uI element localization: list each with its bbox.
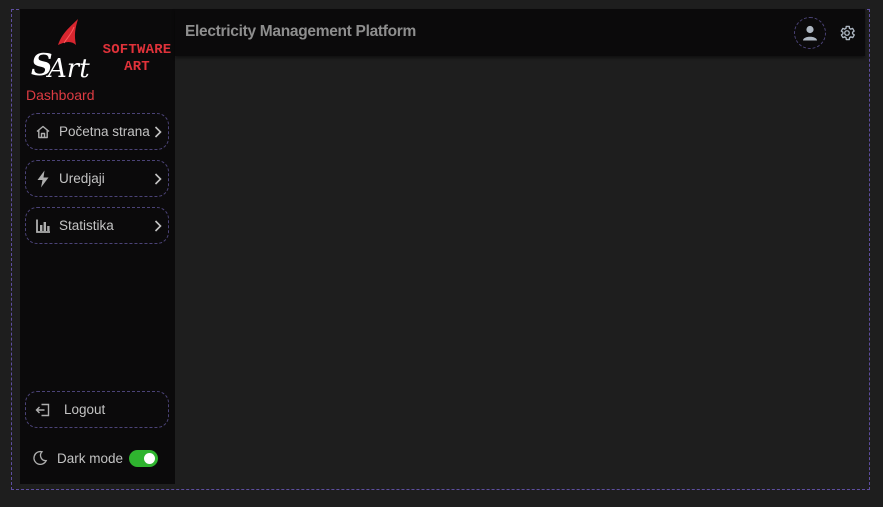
chevron-right-icon xyxy=(154,172,164,186)
logo-line-2: ART xyxy=(124,59,150,75)
dark-mode-label: Dark mode xyxy=(57,450,124,466)
dark-mode-toggle[interactable] xyxy=(129,449,159,467)
sidebar: S Art SOFTWARE ART Dashboard Početna str… xyxy=(20,9,175,484)
logout-button[interactable]: Logout xyxy=(25,391,169,428)
sidebar-item-label: Uredjaji xyxy=(59,171,105,186)
toggle-knob xyxy=(144,452,156,464)
brand-logo[interactable]: S Art SOFTWARE ART xyxy=(28,15,178,83)
main-content xyxy=(175,56,865,484)
bar-chart-icon xyxy=(34,217,52,235)
sidebar-item-label: Početna strana xyxy=(59,124,150,139)
logout-label: Logout xyxy=(64,402,106,417)
logo-mark: S Art xyxy=(31,19,90,83)
settings-button[interactable] xyxy=(837,23,857,43)
bolt-icon xyxy=(34,170,52,188)
dark-mode-row: Dark mode xyxy=(32,447,172,469)
logo-line-1: SOFTWARE xyxy=(102,42,172,58)
logout-icon xyxy=(34,401,52,419)
page-title: Electricity Management Platform xyxy=(185,23,417,40)
account-icon xyxy=(801,24,819,42)
top-bar: Electricity Management Platform xyxy=(175,9,865,56)
sidebar-item-statistika[interactable]: Statistika xyxy=(25,207,169,244)
home-icon xyxy=(34,123,52,141)
moon-icon xyxy=(32,450,48,466)
svg-text:Art: Art xyxy=(46,54,90,83)
chevron-right-icon xyxy=(154,219,164,233)
chevron-right-icon xyxy=(154,125,164,139)
sidebar-item-pocetna-strana[interactable]: Početna strana xyxy=(25,113,169,150)
sidebar-item-uredjaji[interactable]: Uredjaji xyxy=(25,160,169,197)
logo-text: SOFTWARE ART xyxy=(96,42,178,76)
account-button[interactable] xyxy=(794,17,826,49)
section-label-dashboard: Dashboard xyxy=(26,87,95,103)
sidebar-item-label: Statistika xyxy=(59,218,114,233)
gear-icon xyxy=(838,24,856,42)
